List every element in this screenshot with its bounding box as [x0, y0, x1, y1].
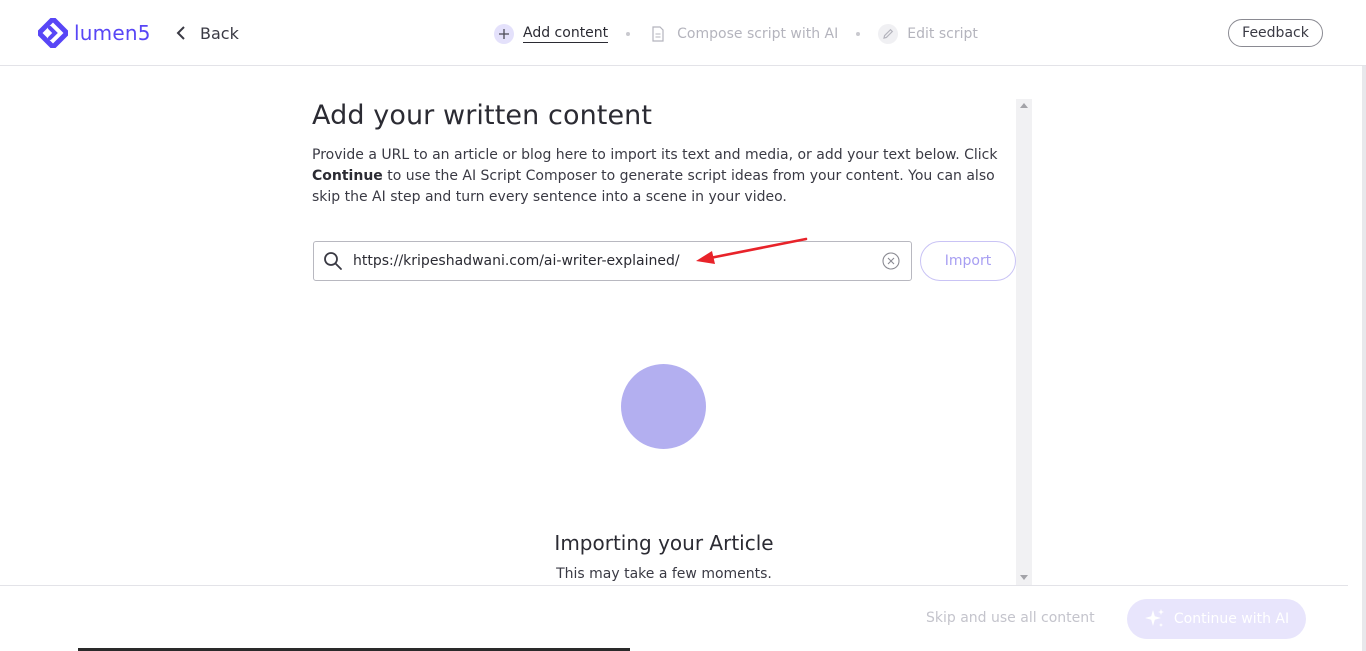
logo-text: lumen5	[74, 21, 151, 45]
step-separator	[856, 32, 861, 36]
bottom-action-bar: Skip and use all content Continue with A…	[0, 585, 1348, 651]
page-title: Add your written content	[312, 100, 653, 131]
lumen5-logo-icon	[38, 18, 68, 48]
loading-spinner	[621, 364, 706, 449]
step-add-content[interactable]: Add content	[494, 24, 609, 44]
continue-with-ai-button[interactable]: Continue with AI	[1127, 599, 1306, 639]
page-scrollbar[interactable]	[1362, 66, 1366, 651]
plus-icon	[494, 24, 514, 44]
content-panel: Add your written content Provide a URL t…	[312, 100, 1018, 208]
lumen5-logo[interactable]: lumen5	[38, 17, 151, 49]
steps-nav: Add content Compose script with AI Edit …	[494, 22, 978, 46]
description-text: to use the AI Script Composer to generat…	[312, 168, 995, 205]
description-text: Provide a URL to an article or blog here…	[312, 147, 998, 163]
feedback-button[interactable]: Feedback	[1228, 19, 1323, 47]
skip-button[interactable]: Skip and use all content	[926, 610, 1095, 626]
step-label: Edit script	[907, 26, 978, 42]
importing-title: Importing your Article	[554, 531, 774, 555]
page-description: Provide a URL to an article or blog here…	[312, 145, 1002, 208]
step-separator	[626, 32, 631, 36]
step-label: Add content	[523, 25, 609, 43]
step-compose-script[interactable]: Compose script with AI	[648, 24, 838, 44]
step-edit-script[interactable]: Edit script	[878, 24, 978, 44]
content-scrollbar[interactable]	[1016, 99, 1032, 585]
pencil-icon	[878, 24, 899, 44]
back-button[interactable]: Back	[176, 20, 239, 46]
scroll-up-icon[interactable]	[1020, 103, 1028, 108]
sparkle-icon	[1144, 609, 1164, 627]
import-button[interactable]: Import	[920, 241, 1016, 281]
top-header: lumen5 Back Add content Compose script w…	[0, 0, 1366, 66]
scroll-down-icon[interactable]	[1020, 575, 1028, 580]
continue-label: Continue with AI	[1173, 611, 1290, 627]
back-label: Back	[200, 23, 239, 43]
importing-subtitle: This may take a few moments.	[556, 566, 772, 582]
url-field[interactable]	[313, 241, 912, 281]
search-icon	[323, 251, 343, 275]
description-bold: Continue	[312, 168, 383, 184]
document-icon	[648, 24, 668, 44]
chevron-left-icon	[176, 26, 185, 40]
clear-icon[interactable]	[882, 252, 900, 274]
step-label: Compose script with AI	[677, 26, 839, 42]
annotation-arrow-icon	[696, 237, 808, 264]
